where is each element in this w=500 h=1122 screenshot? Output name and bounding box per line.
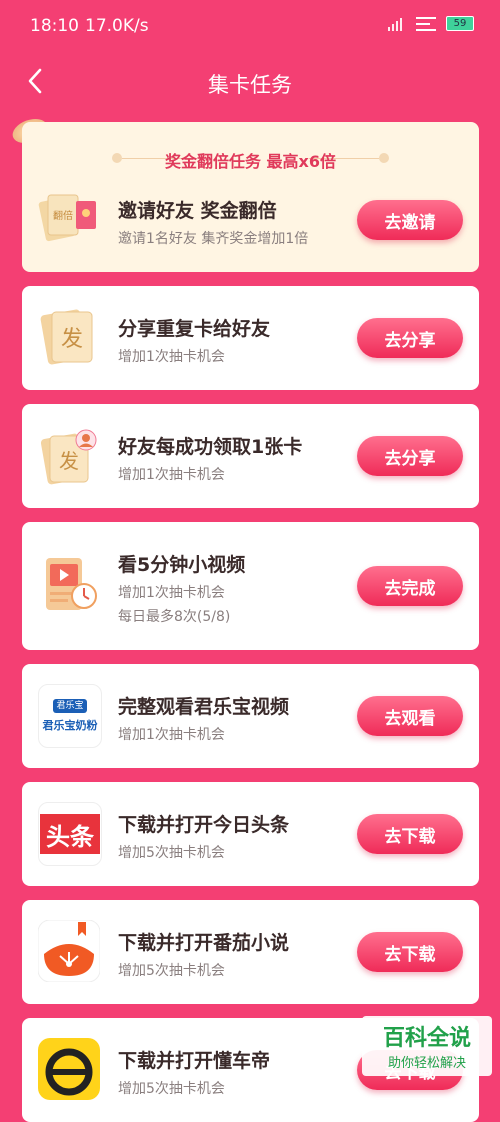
- task-title: 好友每成功领取1张卡: [118, 436, 303, 458]
- junlebao-logo-bottom: 君乐宝奶粉: [42, 719, 98, 732]
- fanqie-novel-icon: [38, 920, 100, 982]
- task-title: 看5分钟小视频: [118, 554, 246, 576]
- share-duplicate-card-task: 发 分享重复卡给好友 增加1次抽卡机会 去分享: [22, 286, 479, 390]
- video-timer-icon: [46, 558, 97, 610]
- share-button[interactable]: 去分享: [357, 436, 463, 476]
- task-subtitle: 增加1次抽卡机会: [118, 349, 225, 365]
- watermark-subtitle: 助你轻松解决: [387, 1056, 466, 1071]
- dongchedi-icon: [38, 1038, 100, 1100]
- task-subtitle: 增加1次抽卡机会: [118, 467, 225, 483]
- task-subtitle: 增加1次抽卡机会: [118, 585, 225, 601]
- status-time: 18:10: [30, 16, 79, 36]
- task-subtitle: 增加5次抽卡机会: [118, 1081, 225, 1097]
- watermark-title: 百科全说: [382, 1026, 471, 1051]
- fa-card-friend-icon: 发: [40, 429, 97, 485]
- invite-button[interactable]: 去邀请: [357, 200, 463, 240]
- task-title: 分享重复卡给好友: [118, 318, 271, 340]
- junlebao-logo-icon: 君乐宝 君乐宝奶粉: [38, 684, 102, 748]
- watch-video-task: 看5分钟小视频 增加1次抽卡机会 每日最多8次(5/8) 去完成: [22, 522, 479, 650]
- task-title: 邀请好友 奖金翻倍: [118, 200, 277, 222]
- junlebao-logo-top: 君乐宝: [53, 699, 87, 713]
- signal-icon: [388, 17, 406, 31]
- task-title: 下载并打开今日头条: [118, 814, 290, 836]
- task-subtitle: 增加1次抽卡机会: [118, 727, 225, 743]
- fanqie-download-task: 下载并打开番茄小说 增加5次抽卡机会 去下载: [22, 900, 479, 1004]
- fa-card-icon: 发: [40, 309, 93, 365]
- share-button[interactable]: 去分享: [357, 318, 463, 358]
- complete-button[interactable]: 去完成: [357, 566, 463, 606]
- double-reward-card-icon: 翻倍: [38, 194, 96, 242]
- banner-title: 奖金翻倍任务 最高x6倍: [164, 152, 337, 171]
- download-button[interactable]: 去下载: [357, 814, 463, 854]
- battery-icon: 59: [446, 16, 474, 31]
- friend-receive-card-task: 发 好友每成功领取1张卡 增加1次抽卡机会 去分享: [22, 404, 479, 508]
- junlebao-video-task: 君乐宝 君乐宝奶粉 完整观看君乐宝视频 增加1次抽卡机会 去观看: [22, 664, 479, 768]
- toutiao-logo-text: 头条: [40, 814, 100, 854]
- task-title: 下载并打开懂车帝: [118, 1050, 271, 1072]
- svg-text:发: 发: [61, 327, 83, 352]
- toutiao-logo-icon: 头条: [38, 802, 102, 866]
- task-subtitle: 邀请1名好友 集齐奖金增加1倍: [118, 231, 309, 247]
- notification-icon: [416, 16, 436, 31]
- watch-button[interactable]: 去观看: [357, 696, 463, 736]
- download-button[interactable]: 去下载: [357, 932, 463, 972]
- task-progress: 每日最多8次(5/8): [118, 609, 231, 625]
- svg-text:翻倍: 翻倍: [53, 209, 73, 222]
- task-subtitle: 增加5次抽卡机会: [118, 963, 225, 979]
- status-bar: 18:10 17.0K/s 59: [0, 0, 500, 52]
- navigation-bar: 集卡任务: [0, 56, 500, 108]
- watermark: 百科全说 助你轻松解决: [362, 1016, 492, 1076]
- invite-task-card: 奖金翻倍任务 最高x6倍 翻倍 邀请好友 奖金翻倍 邀请1名好友 集齐奖金增加1…: [22, 122, 479, 272]
- page-title: 集卡任务: [208, 73, 292, 97]
- task-subtitle: 增加5次抽卡机会: [118, 845, 225, 861]
- task-title: 完整观看君乐宝视频: [118, 696, 290, 718]
- svg-text:发: 发: [59, 449, 79, 473]
- network-speed: 17.0K/s: [85, 16, 149, 36]
- status-icons: 59: [388, 16, 474, 31]
- task-title: 下载并打开番茄小说: [118, 932, 290, 954]
- toutiao-download-task: 头条 下载并打开今日头条 增加5次抽卡机会 去下载: [22, 782, 479, 886]
